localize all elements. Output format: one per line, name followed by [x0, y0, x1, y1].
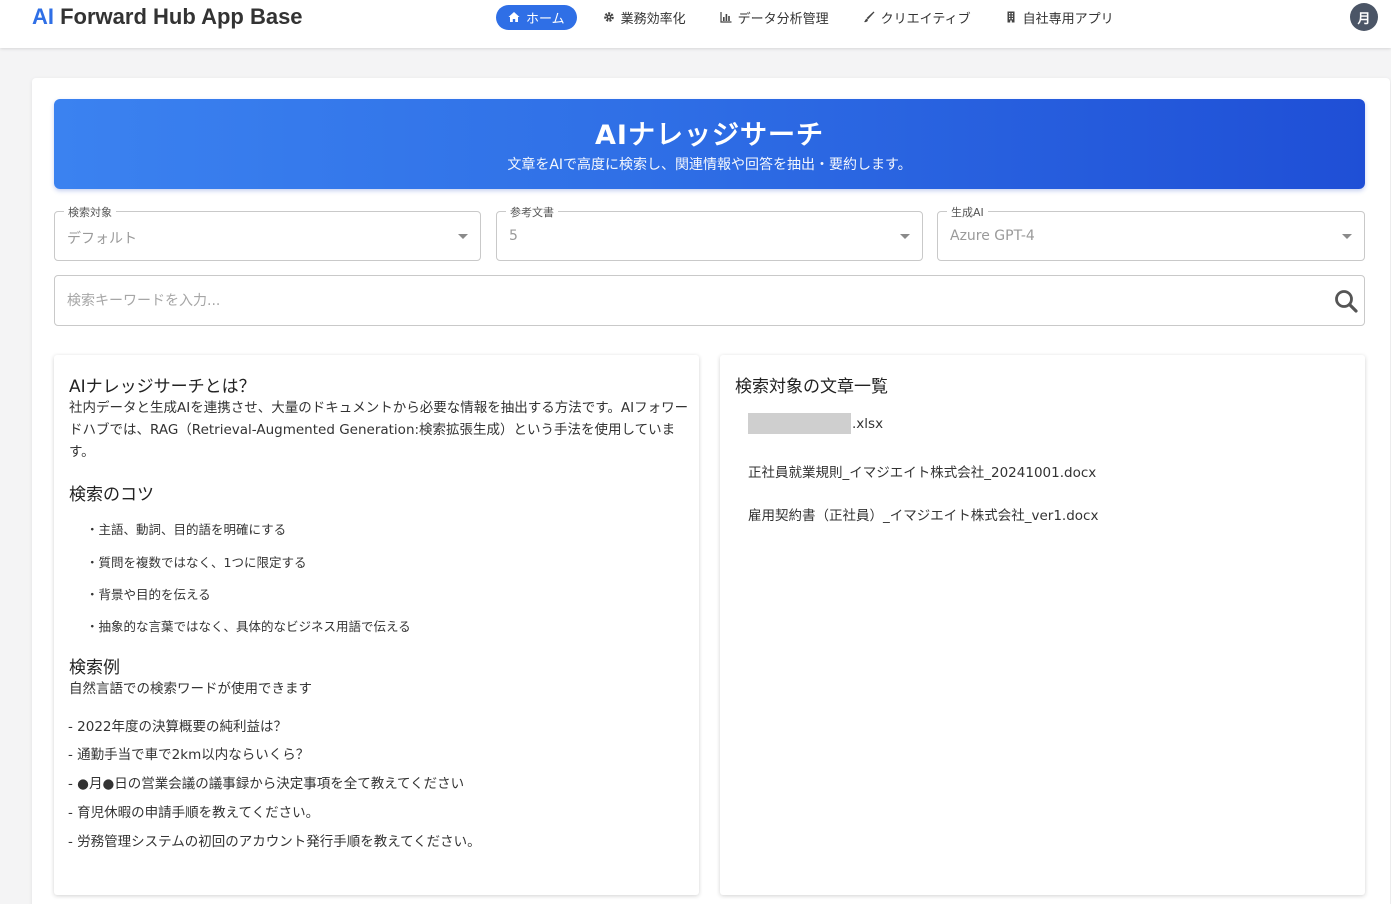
document-name: 雇用契約書（正社員）_イマジエイト株式会社_ver1.docx — [748, 508, 1099, 524]
document-name: 正社員就業規則_イマジエイト株式会社_20241001.docx — [748, 465, 1097, 481]
nav-creative[interactable]: クリエイティブ — [859, 5, 975, 30]
brand-name: Forward Hub App Base — [54, 4, 303, 29]
list-item: - 通勤手当で車で2km以内ならいくら？ — [68, 747, 310, 763]
bar-chart-icon — [720, 12, 732, 23]
generative-ai-select[interactable]: 生成AI Azure GPT-4 — [937, 204, 1365, 261]
hero-banner: AIナレッジサーチ 文章をAIで高度に検索し、関連情報や回答を抽出・要約します。 — [54, 99, 1365, 189]
about-title: AIナレッジサーチとは？ — [69, 377, 256, 397]
nav-efficiency-label: 業務効率化 — [620, 11, 686, 27]
nav-data-analysis-label: データ分析管理 — [737, 11, 829, 27]
search-bar — [54, 275, 1365, 326]
brand-ai: AI — [32, 4, 54, 29]
nav-data-analysis[interactable]: データ分析管理 — [716, 5, 833, 30]
about-panel: AIナレッジサーチとは？ 社内データと生成AIを連携させ、大量のドキュメントから… — [54, 355, 699, 895]
search-input[interactable] — [67, 290, 1307, 312]
documents-title: 検索対象の文章一覧 — [735, 377, 888, 397]
document-item[interactable]: .xlsx — [748, 413, 883, 434]
tips-title: 検索のコツ — [69, 485, 154, 505]
app-brand[interactable]: AI Forward Hub App Base — [32, 4, 303, 30]
page-subtitle: 文章をAIで高度に検索し、関連情報や回答を抽出・要約します。 — [507, 157, 912, 173]
search-icon[interactable] — [1333, 288, 1359, 314]
examples-title: 検索例 — [69, 658, 120, 678]
nav-custom-apps-label: 自社専用アプリ — [1022, 11, 1114, 27]
about-description: 社内データと生成AIを連携させ、大量のドキュメントから必要な情報を抽出する方法で… — [69, 400, 689, 460]
search-target-label: 検索対象 — [64, 204, 116, 220]
generative-ai-label: 生成AI — [947, 204, 988, 220]
document-item[interactable]: 正社員就業規則_イマジエイト株式会社_20241001.docx — [748, 461, 1096, 481]
reference-docs-label: 参考文書 — [506, 204, 558, 220]
list-item: ・主語、動詞、目的語を明確にする — [86, 522, 287, 537]
redacted-filename — [748, 413, 851, 434]
page-title: AIナレッジサーチ — [595, 120, 824, 151]
home-icon — [508, 12, 520, 22]
reference-docs-value: 5 — [509, 228, 518, 244]
building-icon — [1007, 11, 1015, 23]
document-item[interactable]: 雇用契約書（正社員）_イマジエイト株式会社_ver1.docx — [748, 504, 1098, 524]
nav-efficiency[interactable]: 業務効率化 — [599, 5, 690, 30]
list-item: ・背景や目的を伝える — [86, 587, 211, 602]
list-item: - 2022年度の決算概要の純利益は？ — [68, 719, 288, 735]
app-header: AI Forward Hub App Base ホーム 業務効率化 データ分析管… — [0, 0, 1391, 48]
list-item: ・抽象的な言葉ではなく、具体的なビジネス用語で伝える — [86, 619, 411, 634]
reference-docs-select[interactable]: 参考文書 5 — [496, 204, 923, 261]
document-name: .xlsx — [852, 415, 884, 432]
user-avatar[interactable]: 月 — [1350, 3, 1378, 31]
gear-icon — [603, 12, 614, 22]
examples-intro: 自然言語での検索ワードが使用できます — [69, 681, 312, 697]
main-nav: ホーム 業務効率化 データ分析管理 クリエイティブ 自社専用アプリ — [496, 4, 1144, 30]
search-target-value: デフォルト — [67, 231, 137, 247]
documents-panel: 検索対象の文章一覧 .xlsx 正社員就業規則_イマジエイト株式会社_20241… — [720, 355, 1365, 895]
list-item: - ●月●日の営業会議の議事録から決定事項を全て教えてください — [68, 776, 465, 792]
list-item: - 労務管理システムの初回のアカウント発行手順を教えてください。 — [68, 834, 481, 850]
chevron-down-icon — [1342, 234, 1352, 239]
nav-home[interactable]: ホーム — [496, 4, 577, 30]
search-target-select[interactable]: 検索対象 デフォルト — [54, 204, 481, 261]
chevron-down-icon — [458, 234, 468, 239]
generative-ai-value: Azure GPT-4 — [950, 228, 1035, 244]
brush-icon — [863, 11, 875, 23]
chevron-down-icon — [900, 234, 910, 239]
nav-home-label: ホーム — [526, 11, 565, 27]
nav-custom-apps[interactable]: 自社専用アプリ — [1001, 5, 1118, 30]
list-item: - 育児休暇の申請手順を教えてください。 — [68, 805, 320, 821]
list-item: ・質問を複数ではなく、1つに限定する — [86, 555, 307, 570]
nav-creative-label: クリエイティブ — [880, 11, 971, 27]
